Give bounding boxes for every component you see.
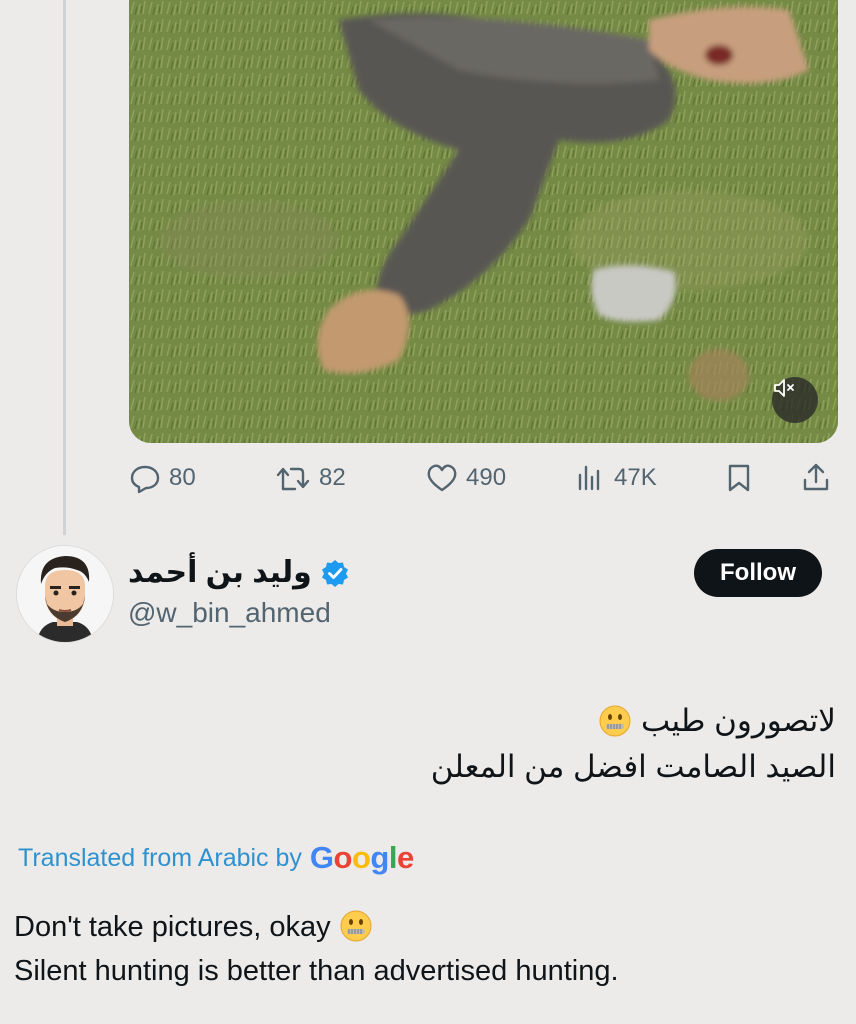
thread-connector-line <box>63 0 66 535</box>
repost-button[interactable]: 82 <box>275 458 346 498</box>
verified-badge-icon <box>321 559 348 587</box>
author-handle[interactable]: @w_bin_ahmed <box>128 597 331 629</box>
translation-attribution[interactable]: Translated from Arabic by Google <box>18 840 414 876</box>
share-button[interactable] <box>801 458 831 498</box>
tweet-text-translated: Don't take pictures, okay Silent hunting… <box>14 905 834 993</box>
arabic-line-1: لاتصورون طيب <box>16 698 836 744</box>
zipper-mouth-face-icon <box>340 910 372 942</box>
google-logo: Google <box>309 840 414 875</box>
translated-label: Translated from Arabic by <box>18 843 302 872</box>
english-line-2: Silent hunting is better than advertised… <box>14 955 619 987</box>
bookmark-icon <box>728 464 750 492</box>
views-count: 47K <box>614 464 657 491</box>
video-frame-image <box>129 0 838 443</box>
zipper-mouth-face-icon <box>599 705 631 737</box>
repost-count: 82 <box>319 464 346 491</box>
tweet-text-arabic: لاتصورون طيب الصيد الصامت افضل من المعلن <box>16 698 836 790</box>
name-row: وليد بن أحمد <box>128 555 350 590</box>
arabic-line-2: الصيد الصامت افضل من المعلن <box>430 749 836 784</box>
tweet-action-bar: 80 82 490 47K <box>129 458 838 498</box>
repost-icon <box>276 467 310 491</box>
reply-button[interactable]: 80 <box>129 458 196 498</box>
author-row: وليد بن أحمد @w_bin_ahmed Follow <box>16 545 836 645</box>
avatar-illustration <box>17 546 113 642</box>
avatar[interactable] <box>16 545 114 643</box>
reply-icon <box>130 465 160 494</box>
mute-toggle-button[interactable] <box>772 377 818 423</box>
share-icon <box>803 463 829 491</box>
english-line-1: Don't take pictures, okay <box>14 905 834 949</box>
views-button[interactable]: 47K <box>576 458 657 498</box>
like-button[interactable]: 490 <box>426 458 506 498</box>
bookmark-button[interactable] <box>725 458 753 498</box>
display-name[interactable]: وليد بن أحمد <box>128 555 312 590</box>
like-count: 490 <box>466 464 507 491</box>
views-icon <box>578 465 600 491</box>
tweet-video[interactable] <box>129 0 838 443</box>
muted-speaker-icon <box>774 379 794 397</box>
follow-button[interactable]: Follow <box>694 549 822 597</box>
like-icon <box>427 464 457 492</box>
reply-count: 80 <box>169 464 196 491</box>
